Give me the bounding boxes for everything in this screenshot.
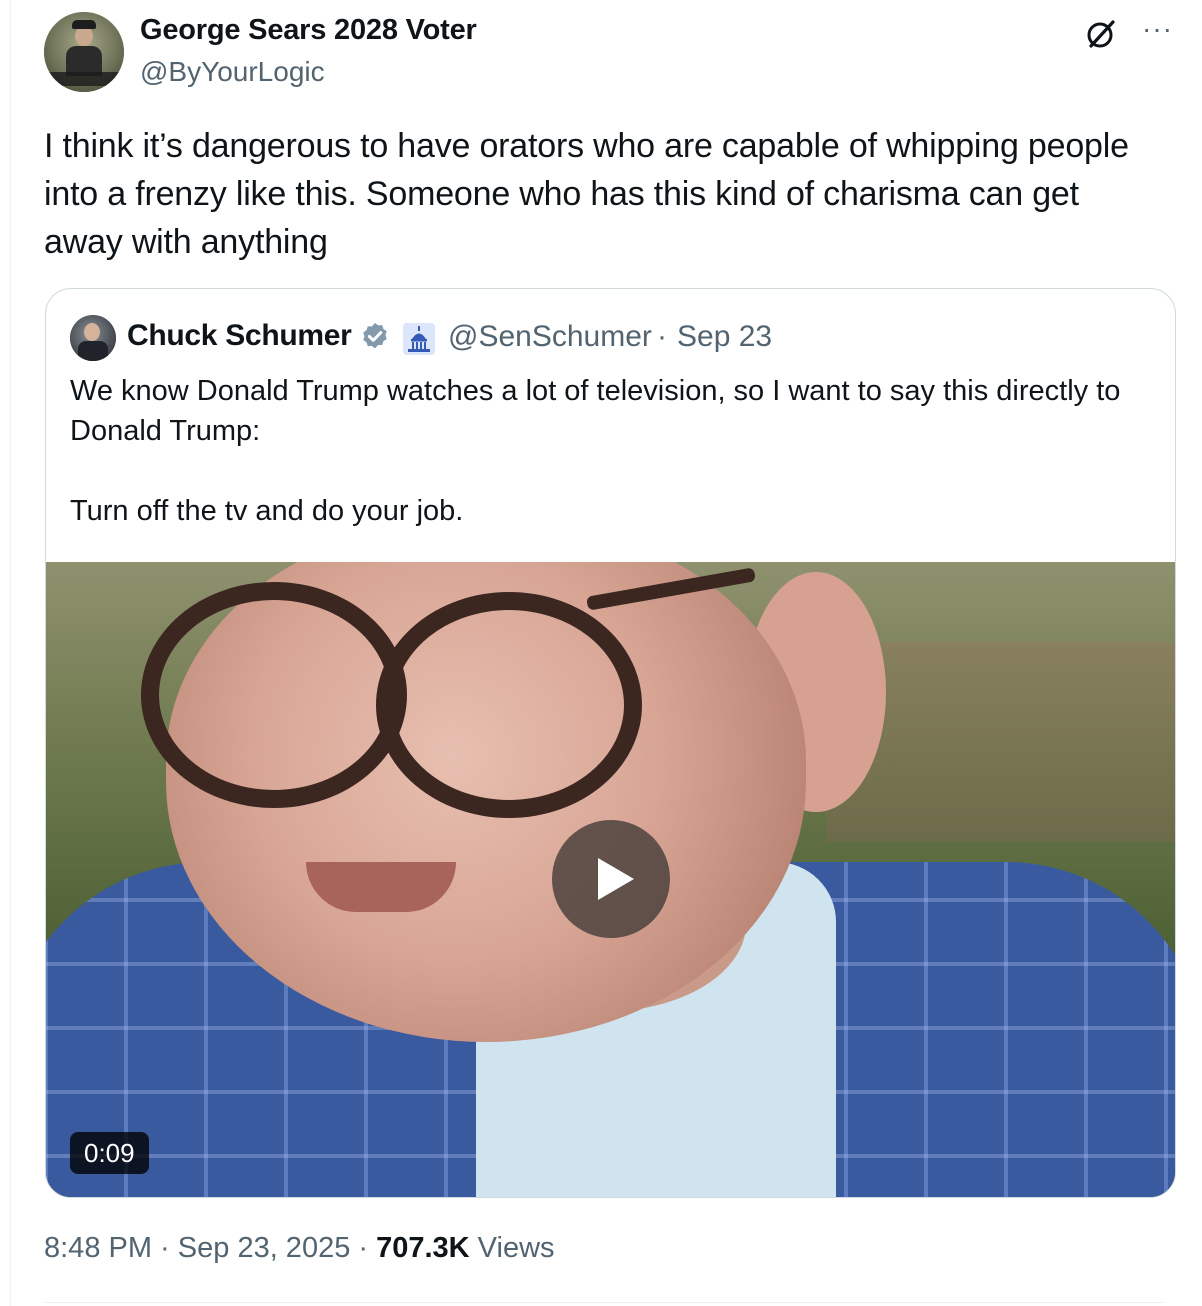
tweet-metadata: 8:48 PM · Sep 23, 2025 · 707.3K Views [44,1232,555,1265]
separator-dot: · [657,320,667,353]
quoted-author-name[interactable]: Chuck Schumer [127,319,352,353]
quoted-text-paragraph-2: Turn off the tv and do your job. [70,495,464,527]
quoted-tweet-text: We know Donald Trump watches a lot of te… [70,371,1150,531]
video-player[interactable]: 0:09 [46,562,1175,1197]
separator-dot: · [350,1232,377,1264]
divider [44,1302,1164,1303]
quoted-author-avatar[interactable] [70,315,116,361]
capitol-building-icon[interactable] [403,323,435,355]
quoted-author-handle[interactable]: @SenSchumer [448,320,652,354]
more-options-icon[interactable]: ··· [1142,14,1173,44]
grok-icon[interactable] [1085,18,1117,50]
play-button[interactable] [552,820,670,938]
timeline-border [10,0,11,1306]
tweet-time[interactable]: 8:48 PM [44,1232,152,1264]
views-count[interactable]: 707.3K [376,1232,470,1264]
views-label: Views [469,1232,555,1264]
separator-dot: · [152,1232,178,1264]
quoted-tweet-card[interactable]: Chuck Schumer @SenSchumer · Sep 23 We kn… [45,288,1176,1198]
play-icon [598,858,634,900]
author-display-name[interactable]: George Sears 2028 Voter [140,14,477,47]
video-duration-badge: 0:09 [70,1132,149,1174]
quoted-tweet-date[interactable]: Sep 23 [677,320,772,354]
tweet-date[interactable]: Sep 23, 2025 [178,1232,351,1264]
verified-badge-icon [359,321,391,353]
tweet-text: I think it’s dangerous to have orators w… [44,127,1129,261]
author-handle[interactable]: @ByYourLogic [140,56,325,88]
quoted-text-paragraph-1: We know Donald Trump watches a lot of te… [70,375,1121,447]
author-avatar[interactable] [44,12,124,92]
